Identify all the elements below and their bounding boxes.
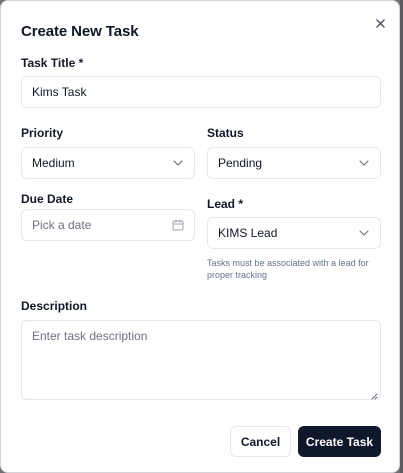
status-label: Status — [207, 126, 244, 140]
create-task-button[interactable]: Create Task — [298, 426, 381, 457]
chevron-down-icon — [358, 157, 370, 169]
status-select[interactable]: Pending — [207, 147, 381, 179]
priority-value: Medium — [32, 156, 75, 170]
calendar-icon — [172, 219, 184, 231]
chevron-down-icon — [358, 227, 370, 239]
due-date-label: Due Date — [21, 192, 74, 206]
description-placeholder: Enter task description — [32, 329, 148, 343]
due-date-picker[interactable]: Pick a date — [21, 209, 195, 241]
cancel-button[interactable]: Cancel — [230, 426, 291, 457]
status-value: Pending — [218, 156, 263, 170]
description-textarea[interactable]: Enter task description — [21, 320, 381, 400]
close-button[interactable] — [372, 15, 388, 31]
priority-select[interactable]: Medium — [21, 147, 195, 179]
resize-handle-icon[interactable] — [370, 389, 378, 400]
description-label: Description — [21, 299, 88, 313]
lead-value: KIMS Lead — [218, 226, 278, 240]
close-icon — [375, 18, 385, 28]
dialog-title: Create New Task — [21, 23, 139, 40]
lead-label: Lead * — [207, 197, 244, 211]
task-title-value: Kims Task — [32, 85, 87, 99]
due-date-placeholder: Pick a date — [32, 218, 92, 232]
priority-label: Priority — [21, 126, 64, 140]
create-task-dialog: Create New Task Task Title * Kims Task P… — [0, 0, 400, 473]
lead-hint: Tasks must be associated with a lead for… — [207, 258, 369, 280]
task-title-input[interactable]: Kims Task — [21, 76, 381, 108]
task-title-label: Task Title * — [21, 56, 84, 70]
lead-select[interactable]: KIMS Lead — [207, 217, 381, 249]
chevron-down-icon — [172, 157, 184, 169]
